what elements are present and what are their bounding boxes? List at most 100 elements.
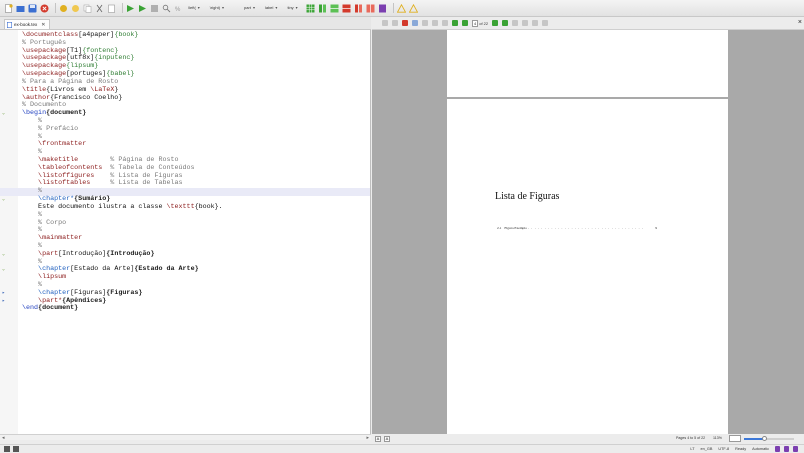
fold-toggle-icon[interactable]: ⌄ — [2, 110, 5, 118]
pdf-tool-icon[interactable] — [422, 20, 428, 26]
table-red-icon[interactable] — [342, 4, 351, 13]
rows-green-icon[interactable] — [330, 4, 339, 13]
view-pdf-icon[interactable] — [150, 4, 159, 13]
zoom-magnifier-icon[interactable] — [729, 435, 741, 442]
code-token: % Para a Página de Rosto — [22, 77, 119, 86]
page-selector[interactable]: 4 of 22 — [472, 19, 488, 27]
editor-horizontal-scrollbar[interactable]: ◂ ▸ — [0, 434, 371, 441]
copy-icon[interactable] — [83, 4, 92, 13]
combo-label: tiny — [287, 5, 294, 10]
code-line[interactable]: \end{document} — [22, 305, 370, 313]
tab-ex-book[interactable]: ex-book.tex ✕ — [4, 19, 51, 29]
quick-build-icon[interactable] — [126, 4, 135, 13]
rows-red-icon[interactable] — [366, 4, 375, 13]
open-file-icon[interactable] — [16, 4, 25, 13]
structure-panel-icon[interactable] — [4, 446, 10, 452]
chevron-down-icon: ▾ — [222, 5, 225, 10]
messages-panel-icon[interactable] — [13, 446, 19, 452]
previous-page-icon[interactable] — [462, 20, 468, 26]
warning-icon[interactable] — [396, 3, 406, 13]
zoom-level: 113% — [713, 436, 722, 440]
code-token: \frontmatter — [22, 140, 87, 149]
pdf-tool-icon[interactable] — [522, 20, 529, 26]
view-toggle-icon[interactable]: A — [384, 436, 390, 442]
replace-icon[interactable]: % — [174, 4, 183, 13]
pdf-tool-icon[interactable] — [532, 20, 539, 26]
code-line[interactable]: Este documento ilustra a classe \texttt{… — [22, 203, 370, 212]
redo-icon[interactable] — [71, 4, 80, 13]
code-line[interactable]: \lipsum — [22, 273, 370, 282]
code-line[interactable]: \documentclass[a4paper]{book} — [22, 31, 370, 40]
run-icon[interactable] — [138, 4, 147, 13]
figure-entry[interactable]: 2.1 Figura Exemplo . . . . . . . . . . .… — [497, 226, 657, 230]
paste-icon[interactable] — [107, 4, 116, 13]
cut-icon[interactable] — [95, 4, 104, 13]
bookmark-icon[interactable] — [793, 446, 798, 452]
bookmark-icon[interactable] — [775, 446, 780, 452]
code-token: % Lista de Tabelas — [90, 179, 183, 188]
code-line[interactable]: ⌄ \begin{document} — [2, 109, 370, 118]
code-token: {inputenc} — [94, 54, 135, 63]
encoding-indicator[interactable]: UTF-8 — [718, 447, 729, 451]
pdf-tool-icon[interactable] — [432, 20, 438, 26]
label-combo[interactable]: label ▾ — [263, 4, 279, 12]
columns-red-icon[interactable] — [354, 4, 363, 13]
warning-next-icon[interactable] — [408, 3, 418, 13]
magnifier-icon[interactable] — [412, 20, 418, 26]
fold-toggle-icon[interactable]: ⌄ — [2, 251, 5, 259]
bookmark-purple-icon[interactable] — [378, 4, 387, 13]
fold-toggle-icon[interactable]: ▸ — [2, 290, 5, 298]
scroll-left-icon[interactable]: ◂ — [2, 435, 5, 441]
code-line[interactable]: % Prefácio — [22, 125, 370, 134]
pdf-tool-icon[interactable] — [512, 20, 519, 26]
code-line[interactable]: % — [22, 211, 370, 220]
code-line[interactable]: ⌄ \chapter[Estado da Arte]{Estado da Art… — [2, 265, 370, 274]
size-combo[interactable]: tiny ▾ — [285, 4, 299, 12]
close-file-icon[interactable] — [40, 4, 49, 13]
code-line[interactable]: \mainmatter — [22, 234, 370, 243]
bookmark-icon[interactable] — [784, 446, 789, 452]
code-token: \usepackage — [22, 62, 67, 71]
view-toggle-icon[interactable]: A — [375, 436, 381, 442]
pdf-preview[interactable]: Lista de Figuras 2.1 Figura Exemplo . . … — [372, 30, 804, 434]
last-page-icon[interactable] — [502, 20, 509, 26]
zoom-slider[interactable] — [744, 436, 794, 441]
code-token: \documentclass — [22, 31, 79, 39]
pdf-tool-icon[interactable] — [392, 20, 398, 26]
find-icon[interactable] — [162, 4, 171, 13]
close-icon[interactable]: ✕ — [41, 22, 45, 28]
pdf-tool-icon[interactable] — [442, 20, 448, 26]
code-token: \tableofcontents — [22, 163, 103, 172]
fold-toggle-icon[interactable]: ⌄ — [2, 266, 5, 274]
next-page-icon[interactable] — [492, 20, 499, 26]
first-page-icon[interactable] — [452, 20, 458, 26]
zoom-slider-thumb[interactable] — [762, 436, 767, 441]
page-number-field[interactable]: 4 — [472, 19, 479, 27]
columns-green-icon[interactable] — [318, 4, 327, 13]
code-line[interactable]: \frontmatter — [22, 140, 370, 149]
code-token: {Francisco Coelho} — [50, 93, 123, 102]
code-line[interactable]: % Corpo — [22, 219, 370, 228]
fold-toggle-icon[interactable]: ▸ — [2, 298, 5, 306]
pdf-tool-icon[interactable] — [542, 20, 549, 26]
right-delimiter-combo[interactable]: \right) ▾ — [208, 4, 226, 12]
structure-combo[interactable]: part ▾ — [242, 4, 257, 12]
new-file-icon[interactable] — [4, 3, 13, 13]
code-line[interactable]: \listoftables % Lista de Tabelas — [22, 179, 370, 188]
code-lines[interactable]: \documentclass[a4paper]{book}% Português… — [0, 31, 370, 313]
undo-icon[interactable] — [59, 4, 68, 13]
save-file-icon[interactable] — [28, 4, 37, 13]
bookmark-icon[interactable] — [402, 20, 408, 26]
close-viewer-icon[interactable]: × — [798, 19, 802, 26]
left-delimiter-combo[interactable]: \left(▾ — [186, 4, 202, 12]
code-editor[interactable]: \documentclass[a4paper]{book}% Português… — [0, 30, 371, 434]
code-line[interactable]: \author{Francisco Coelho} — [22, 93, 370, 103]
build-mode[interactable]: Automatic — [752, 447, 769, 451]
language-indicator[interactable]: en_GB — [701, 447, 713, 451]
spellcheck-icon[interactable]: LT — [690, 447, 694, 451]
scroll-right-icon[interactable]: ▸ — [366, 435, 369, 441]
code-line[interactable]: ⌄ \part[Introdução]{Introdução} — [2, 250, 370, 259]
fold-toggle-icon[interactable]: ⌄ — [2, 196, 5, 204]
table-green-icon[interactable] — [306, 4, 315, 13]
pdf-tool-icon[interactable] — [382, 20, 388, 26]
